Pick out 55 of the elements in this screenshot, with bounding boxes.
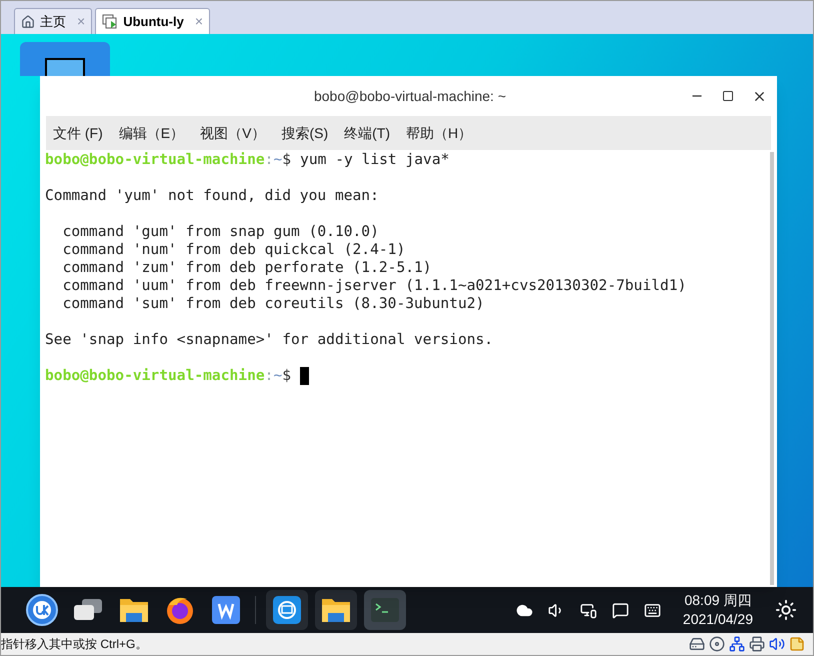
tab-label: Ubuntu-ly <box>123 12 184 31</box>
folder-icon[interactable] <box>119 596 149 624</box>
command-text: yum -y list java* <box>300 151 450 169</box>
text-cursor <box>300 367 310 385</box>
printer-icon[interactable] <box>749 636 765 652</box>
speaker-icon[interactable] <box>769 636 785 652</box>
uk-launcher-icon[interactable] <box>26 594 58 626</box>
terminal-icon[interactable] <box>371 598 399 622</box>
clock-date: 2021/04/29 <box>682 610 753 629</box>
keyboard-icon[interactable] <box>644 602 661 618</box>
note-icon[interactable] <box>789 636 805 652</box>
network-icon[interactable] <box>729 636 745 652</box>
prompt-path: ~ <box>273 367 282 385</box>
output-line: command 'gum' from snap gum (0.10.0) <box>62 223 379 241</box>
software-store-icon[interactable] <box>273 596 301 624</box>
clock-time: 08:09 周四 <box>684 591 752 610</box>
prompt-separator: : <box>264 367 274 385</box>
output-line: command 'zum' from deb perforate (1.2-5.1) <box>62 259 432 277</box>
menu-item[interactable]: 搜索(S) <box>280 122 330 144</box>
output-line: command 'uum' from deb freewnn-jserver (1.1.1~a021+cvs20130302-7build1) <box>62 277 686 295</box>
output-line: command 'num' from deb quickcal (2.4-1) <box>62 241 406 259</box>
taskbar-app-button[interactable] <box>266 590 308 630</box>
taskbar-app-button[interactable] <box>315 590 357 630</box>
tab[interactable]: 主页 × <box>14 8 92 34</box>
prompt-user-host: bobo@bobo-virtual-machine <box>45 367 265 385</box>
home-icon <box>21 14 35 28</box>
folder-icon[interactable] <box>321 596 351 624</box>
message-icon[interactable] <box>612 602 629 618</box>
network-icon[interactable] <box>580 602 597 618</box>
prompt-path: ~ <box>273 151 282 169</box>
prompt-separator: : <box>264 151 274 169</box>
tab-label: 主页 <box>40 12 66 31</box>
window-title: bobo@bobo-virtual-machine: ~ <box>312 86 508 106</box>
scrollbar[interactable] <box>770 152 774 585</box>
tab[interactable]: Ubuntu-ly × <box>95 8 210 34</box>
output-line: Command 'yum' not found, did you mean: <box>45 187 379 205</box>
menu-item[interactable]: 终端(T) <box>343 122 392 144</box>
maximize-icon[interactable] <box>722 90 734 102</box>
wps-icon[interactable] <box>212 596 240 624</box>
menu-item[interactable]: 编辑（E） <box>118 122 186 144</box>
status-text: 指针移入其中或按 Ctrl+G。 <box>1 636 148 653</box>
desktop-icon[interactable] <box>20 42 110 76</box>
output-line: See 'snap info <snapname>' for additional versions. <box>45 331 494 349</box>
prompt-symbol: $ <box>282 151 292 169</box>
windows-icon[interactable] <box>73 598 103 622</box>
output-line: command 'sum' from deb coreutils (8.30-3ubuntu2) <box>62 295 484 313</box>
menu-item[interactable]: 帮助（H） <box>405 122 474 144</box>
firefox-icon[interactable] <box>165 595 195 625</box>
disc-icon[interactable] <box>709 636 725 652</box>
prompt-symbol: $ <box>282 367 292 385</box>
menu-item[interactable]: 视图（V） <box>199 122 266 144</box>
prompt-user-host: bobo@bobo-virtual-machine <box>45 151 265 169</box>
brightness-icon[interactable] <box>775 599 797 621</box>
virtual-machine-icon <box>102 14 118 30</box>
menu-item[interactable]: 文件 (F) <box>52 122 104 144</box>
